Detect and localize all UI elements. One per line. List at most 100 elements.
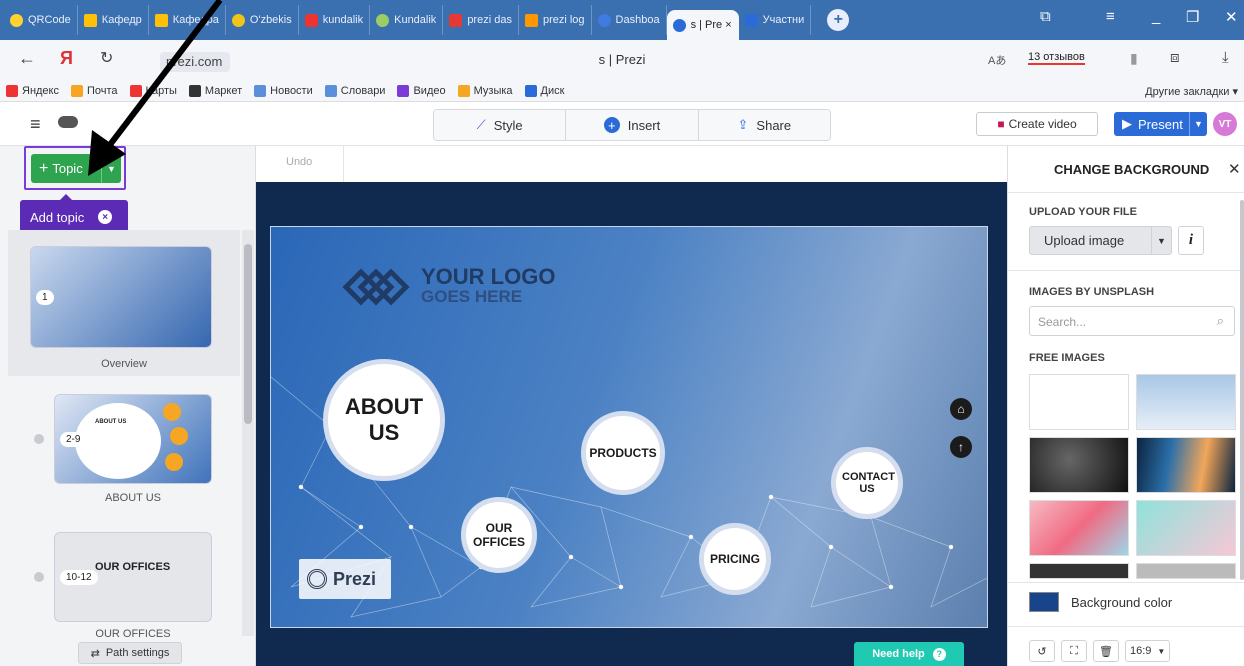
unsplash-search-input[interactable]: Search... ⌕	[1029, 306, 1235, 336]
topic-circle-contact-us[interactable]: CONTACT US	[831, 447, 903, 519]
free-image-partial-1[interactable]	[1029, 563, 1129, 579]
user-avatar[interactable]: VT	[1213, 112, 1237, 136]
minimize-icon[interactable]: _	[1152, 8, 1160, 25]
tab-label: prezi log	[542, 14, 585, 26]
yandex-icon	[6, 84, 18, 97]
reset-icon[interactable]: ↺	[1029, 640, 1055, 662]
free-image-light-streaks[interactable]	[1136, 437, 1236, 493]
share-button[interactable]: ⇪ Share	[698, 110, 830, 140]
bookmark-dictionaries[interactable]: Словари	[324, 84, 385, 97]
bookmark-label: Диск	[540, 84, 565, 97]
topics-scrollbar[interactable]	[242, 230, 254, 636]
style-button[interactable]: ⟋ Style	[434, 110, 567, 140]
cloud-save-icon[interactable]	[58, 116, 78, 128]
tab-prezi-active[interactable]: s | Pre ×	[666, 10, 739, 40]
close-panel-icon[interactable]: ✕	[1228, 160, 1241, 178]
overview-item[interactable]: 1 Overview	[8, 230, 240, 376]
aspect-ratio-select[interactable]: 16:9 ▼	[1125, 640, 1171, 662]
question-icon: ?	[932, 647, 946, 661]
hamburger-menu-icon[interactable]: ≡	[30, 114, 41, 135]
overview-number: 1	[36, 290, 54, 305]
bookmark-disk[interactable]: Диск	[524, 84, 565, 97]
yandex-icon[interactable]: Я	[60, 48, 73, 69]
upload-image-button[interactable]: Upload image ▼	[1029, 226, 1172, 255]
products-text: PRODUCTS	[589, 446, 657, 460]
zoom-out-arrow-icon[interactable]: ↑	[950, 436, 972, 458]
add-topic-button[interactable]: + Topic ▼	[31, 154, 121, 183]
tab-ozbekiston[interactable]: O'zbekis	[226, 5, 299, 35]
bookmark-market[interactable]: Маркет	[188, 84, 242, 97]
bookmark-mail[interactable]: Почта	[71, 84, 118, 97]
free-image-white[interactable]	[1029, 374, 1129, 430]
free-image-sky[interactable]	[1136, 374, 1236, 430]
undo-button[interactable]: Undo	[256, 146, 344, 182]
tab-prezi-dashboard[interactable]: prezi das	[443, 5, 519, 35]
free-image-teal[interactable]	[1136, 500, 1236, 556]
menu-icon[interactable]: ≡	[1106, 8, 1115, 25]
tab-label: s | Pre ×	[690, 19, 732, 31]
color-swatch[interactable]	[1029, 592, 1059, 612]
path-settings-button[interactable]: ⇄ Path settings	[78, 642, 182, 664]
scrollbar-thumb[interactable]	[244, 244, 252, 424]
other-bookmarks[interactable]: Другие закладки ▾	[1145, 85, 1238, 98]
tab-kundalik-youtube[interactable]: kundalik	[299, 5, 371, 35]
free-image-partial-2[interactable]	[1136, 563, 1236, 579]
present-label: Present	[1138, 116, 1183, 132]
overview-thumbnail	[30, 246, 212, 348]
trash-icon[interactable]: 🗑	[1093, 640, 1119, 662]
bookmark-icon[interactable]: ▮	[1130, 50, 1138, 67]
free-image-pink-shapes[interactable]	[1029, 500, 1129, 556]
music-icon	[457, 84, 470, 97]
bookmark-label: Почта	[87, 84, 118, 97]
insert-label: Insert	[627, 117, 661, 133]
tab-kafedra-1[interactable]: Кафедр	[78, 5, 149, 35]
tab-prezi-logo[interactable]: prezi log	[519, 5, 592, 35]
bookmark-news[interactable]: Новости	[254, 84, 313, 97]
download-icon[interactable]: ⤓	[1222, 49, 1229, 66]
bookmark-yandex[interactable]: Яндекс	[6, 84, 59, 97]
topic-circle-our-offices[interactable]: OUR OFFICES	[461, 497, 537, 573]
bookmark-maps[interactable]: Карты	[129, 84, 177, 97]
background-color-control[interactable]: Background color	[1029, 592, 1172, 612]
translate-icon[interactable]: Aあ	[988, 52, 1006, 68]
back-arrow-icon[interactable]: ←	[18, 48, 36, 69]
reload-icon[interactable]: ↻	[100, 48, 113, 68]
need-help-button[interactable]: Need help?	[854, 642, 964, 666]
tab-qrcode[interactable]: QRCode	[4, 5, 78, 35]
play-icon: ▶	[1122, 116, 1132, 131]
reviews-badge[interactable]: 13 отзывов	[1028, 51, 1085, 65]
url-field[interactable]: prezi.com	[160, 52, 230, 72]
thumb-title: ABOUT US	[95, 419, 127, 425]
panel-scrollbar[interactable]	[1240, 200, 1244, 580]
close-tooltip-icon[interactable]: ×	[98, 210, 113, 224]
topic-number: 10-12	[60, 570, 98, 585]
tab-kafedra-2[interactable]: Кафедра	[149, 5, 226, 35]
free-image-dark[interactable]	[1029, 437, 1129, 493]
info-icon[interactable]: i	[1178, 226, 1204, 255]
insert-button[interactable]: + Insert	[566, 110, 699, 140]
free-images-label: FREE IMAGES	[1029, 352, 1105, 364]
restore-icon[interactable]: ❐	[1186, 8, 1199, 26]
topic-circle-pricing[interactable]: PRICING	[699, 523, 771, 595]
tab-search-icon[interactable]: ⧉	[1040, 8, 1051, 25]
tab-kundalik[interactable]: Kundalik	[370, 5, 444, 35]
topic-circle-products[interactable]: PRODUCTS	[581, 411, 665, 495]
present-button[interactable]: ▶ Present ▼	[1114, 112, 1207, 136]
collections-icon[interactable]: ⧈	[1170, 49, 1180, 66]
bookmark-video[interactable]: Видео	[397, 84, 446, 97]
tab-favicon	[10, 13, 23, 27]
tab-dashboard[interactable]: Dashboa	[592, 5, 667, 35]
topic-circle-about-us[interactable]: ABOUT US	[323, 359, 445, 481]
present-dropdown-icon[interactable]: ▼	[1189, 112, 1207, 136]
fullscreen-icon[interactable]: ⛶	[1061, 640, 1087, 662]
upload-dropdown-icon[interactable]: ▼	[1151, 227, 1171, 254]
create-video-button[interactable]: ■ Create video	[976, 112, 1098, 136]
divider	[1008, 626, 1244, 627]
bookmark-music[interactable]: Музыка	[457, 84, 513, 97]
presentation-slide[interactable]: YOUR LOGO GOES HERE ABOUT US PRODUCTS CON…	[270, 226, 988, 628]
topic-dropdown-icon[interactable]: ▼	[101, 154, 121, 183]
tab-participants[interactable]: Участни	[739, 5, 812, 35]
home-icon[interactable]: ⌂	[950, 398, 972, 420]
close-window-icon[interactable]: ✕	[1225, 8, 1238, 26]
new-tab-plus-icon[interactable]: +	[827, 9, 850, 31]
